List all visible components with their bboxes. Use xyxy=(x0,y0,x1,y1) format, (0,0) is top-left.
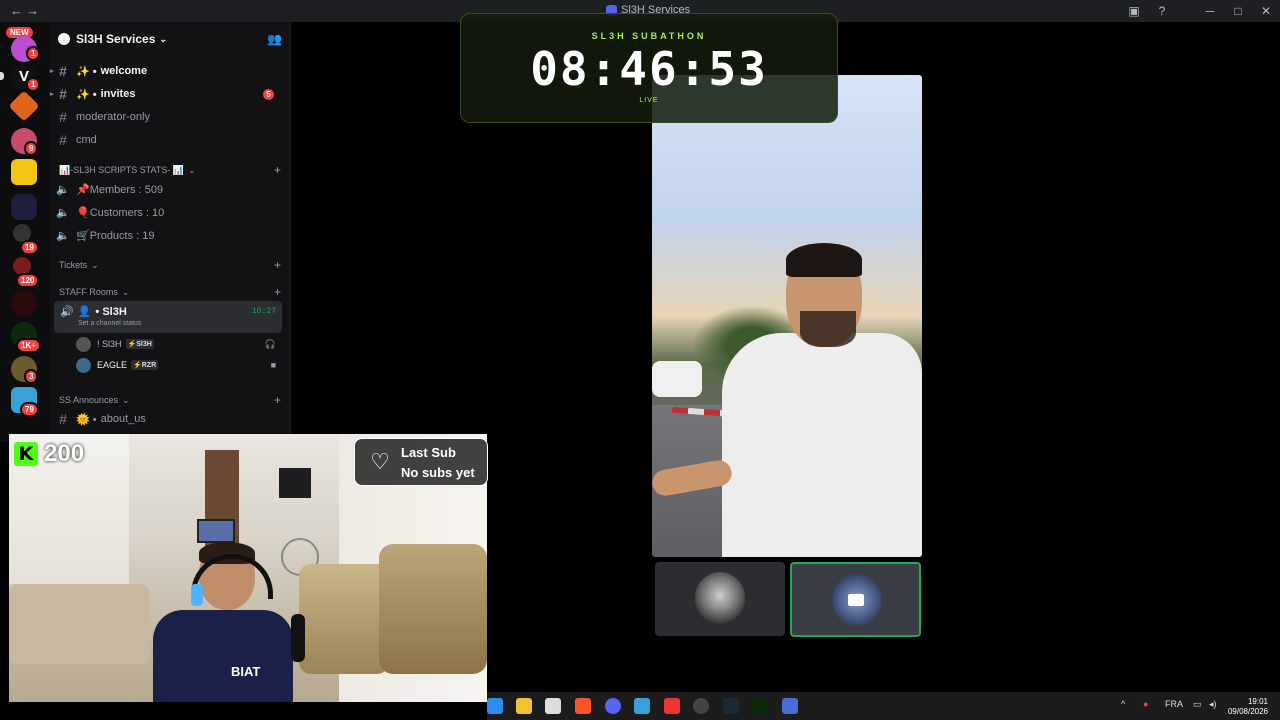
speaker-icon: 🔈 xyxy=(56,229,70,242)
system-clock[interactable]: 19:01 09/08/2026 xyxy=(1228,697,1268,717)
steam-icon[interactable] xyxy=(723,698,739,714)
windows-taskbar: ^ ● FRA ▭ ◂) 19:01 09/08/2026 xyxy=(487,692,1280,720)
hash-icon: # xyxy=(59,86,67,102)
add-channel-icon[interactable]: + xyxy=(274,393,281,407)
chevron-up-icon[interactable]: ^ xyxy=(1121,699,1125,709)
file-explorer-icon[interactable] xyxy=(516,698,532,714)
category-staff[interactable]: STAFF Rooms ⌄ + xyxy=(59,285,281,299)
close-button[interactable]: ✕ xyxy=(1252,4,1280,18)
add-channel-icon[interactable]: + xyxy=(274,285,281,299)
avatar xyxy=(76,357,91,373)
server-icon[interactable] xyxy=(11,159,37,185)
microphone xyxy=(291,614,305,662)
follower-count: 200 xyxy=(44,440,85,467)
user-icon: 👤 xyxy=(77,306,92,318)
app-icon[interactable] xyxy=(782,698,798,714)
help-icon[interactable]: ? xyxy=(1148,4,1176,18)
server-badge: 1K+ xyxy=(16,338,41,353)
obs-icon[interactable] xyxy=(693,698,709,714)
brave-browser-icon[interactable] xyxy=(575,698,591,714)
kick-logo-icon: K xyxy=(14,442,38,466)
chevron-down-icon: ⌄ xyxy=(91,259,99,270)
avatar xyxy=(695,572,745,624)
forward-arrow-icon[interactable]: → xyxy=(26,3,39,18)
timer-value: 08:46:53 xyxy=(530,42,768,96)
server-badge: 120 xyxy=(16,273,40,288)
discord-icon[interactable] xyxy=(605,698,621,714)
hash-icon: # xyxy=(59,411,67,427)
server-badge: 1 xyxy=(26,46,41,61)
server-rail: NEW 1 V 1 9 19 120 1K+ 3 79 xyxy=(0,22,50,442)
chevron-down-icon: ⌄ xyxy=(159,33,167,44)
microphone-icon[interactable]: ● xyxy=(1143,699,1148,709)
timer-label: SL3H SUBATHON xyxy=(591,31,707,41)
participant-tile-speaking[interactable] xyxy=(790,562,921,637)
language-indicator[interactable]: FRA xyxy=(1165,699,1183,709)
app-icon[interactable] xyxy=(664,698,680,714)
unread-badge: 5 xyxy=(263,89,274,100)
channel-invites[interactable]: ▸ # ✨ • invites 5 xyxy=(50,83,282,105)
kick-follower-counter: K 200 xyxy=(14,440,84,468)
minimize-button[interactable]: ─ xyxy=(1196,4,1224,18)
server-header[interactable]: Sl3H Services ⌄ 👥 xyxy=(58,30,284,48)
avatar xyxy=(76,336,91,352)
last-sub-widget: ♡ Last Sub No subs yet xyxy=(354,438,488,486)
channel-about-us[interactable]: # 🌞 • about_us xyxy=(54,408,282,430)
shirt-text: BIAT xyxy=(231,664,261,679)
participant-tile[interactable] xyxy=(655,562,785,636)
speaker-icon: 🔈 xyxy=(56,183,70,196)
maximize-button[interactable]: □ xyxy=(1224,4,1252,18)
volume-icon[interactable]: ◂) xyxy=(1209,699,1217,710)
hash-icon: # xyxy=(59,132,67,148)
hash-icon: # xyxy=(59,63,67,79)
folder-icon[interactable] xyxy=(11,194,37,220)
video-camera-icon xyxy=(848,594,864,606)
server-icon[interactable] xyxy=(8,90,40,122)
speaker-icon: 🔊 xyxy=(60,306,74,318)
category-announces[interactable]: SS Announces ⌄ + xyxy=(59,393,281,407)
category-stats[interactable]: 📊-SL3H SCRIPTS STATS- 📊 ⌄ + xyxy=(59,163,281,177)
chevron-down-icon: ⌄ xyxy=(188,164,196,175)
channel-sidebar: Sl3H Services ⌄ 👥 ▸ # ✨ • welcome ▸ # ✨ … xyxy=(50,22,291,434)
voice-user[interactable]: EAGLE ⚡RZR ■ xyxy=(76,356,282,374)
channel-customers[interactable]: 🔈 🎈Customers : 10 xyxy=(54,201,282,223)
back-arrow-icon[interactable]: ← xyxy=(10,3,23,18)
chevron-down-icon: ⌄ xyxy=(121,286,130,297)
server-logo-icon xyxy=(58,33,70,45)
inbox-icon[interactable]: ▣ xyxy=(1120,4,1148,18)
voice-channel-sl3h[interactable]: 🔊 👤 • Sl3H 10:27 Set a channel status xyxy=(54,301,282,333)
add-channel-icon[interactable]: + xyxy=(274,163,281,177)
windows-start-icon[interactable] xyxy=(487,698,503,714)
chevron-down-icon: ⌄ xyxy=(122,394,130,405)
network-icon[interactable]: ▭ xyxy=(1193,699,1202,710)
voice-timer: 10:27 xyxy=(251,307,276,316)
subathon-timer: SL3H SUBATHON 08:46:53 LIVE xyxy=(460,13,838,123)
speaker-icon: 🔈 xyxy=(56,206,70,219)
channel-cmd[interactable]: # cmd xyxy=(54,129,282,151)
video-camera-icon: ■ xyxy=(270,360,276,370)
live-indicator: LIVE xyxy=(639,97,659,104)
main-video-stream[interactable] xyxy=(652,75,922,557)
deafened-icon: 🎧 xyxy=(264,338,276,349)
server-badge: 79 xyxy=(20,402,39,417)
snipping-tool-icon[interactable] xyxy=(545,698,561,714)
photos-icon[interactable] xyxy=(634,698,650,714)
app-icon[interactable] xyxy=(752,698,768,714)
channel-welcome[interactable]: ▸ # ✨ • welcome xyxy=(50,60,282,82)
heart-icon: ♡ xyxy=(370,449,390,474)
channel-members[interactable]: 🔈 📌Members : 509 xyxy=(54,178,282,200)
add-channel-icon[interactable]: + xyxy=(274,258,281,272)
channel-status[interactable]: Set a channel status xyxy=(78,320,141,327)
server-badge: 9 xyxy=(24,141,39,156)
server-badge: 3 xyxy=(24,369,39,384)
channel-moderator-only[interactable]: # moderator-only xyxy=(54,106,282,128)
server-badge: 1 xyxy=(26,77,41,92)
voice-user[interactable]: ! Sl3H ⚡Sl3H 🎧 xyxy=(76,335,282,353)
add-user-icon[interactable]: 👥 xyxy=(267,32,282,46)
channel-products[interactable]: 🔈 🛒Products : 19 xyxy=(54,224,282,246)
server-icon[interactable] xyxy=(11,290,37,316)
hash-icon: # xyxy=(59,109,67,125)
category-tickets[interactable]: Tickets ⌄ + xyxy=(59,258,281,272)
server-badge: 19 xyxy=(20,240,39,255)
